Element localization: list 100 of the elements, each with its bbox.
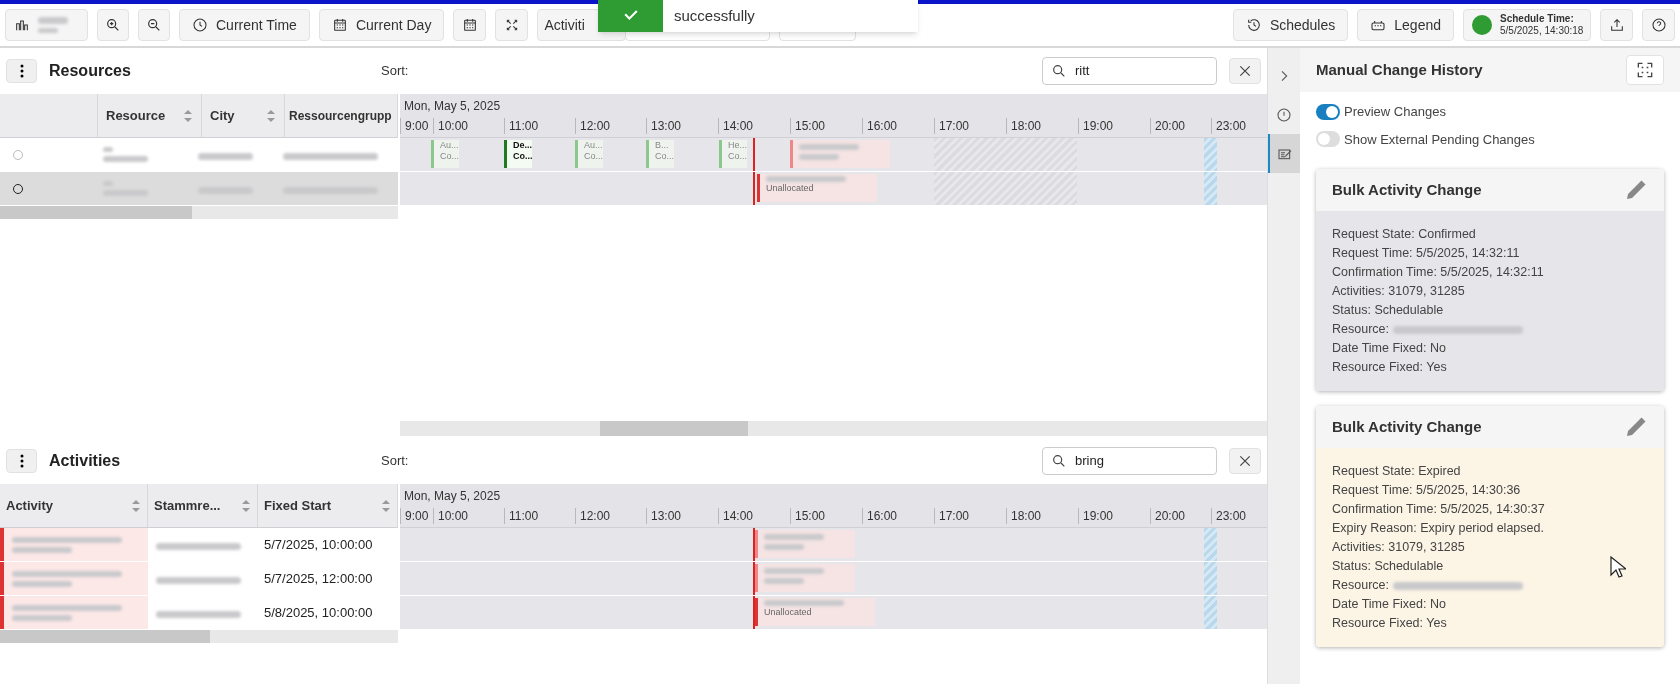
column-header[interactable]: Resource (98, 94, 202, 137)
activity-bar[interactable]: De... Co... (504, 140, 532, 168)
hour-label: 23:00 (1211, 508, 1247, 524)
hour-label: 18:00 (1006, 118, 1042, 134)
sort-icon (183, 108, 193, 123)
fullscreen-button[interactable] (1626, 55, 1664, 85)
more-options-button[interactable] (6, 59, 37, 83)
detail-line: Date Time Fixed: No (1332, 340, 1446, 357)
toolbar-button[interactable]: Legend (1357, 9, 1454, 41)
toolbar-button[interactable]: Schedules (1232, 9, 1349, 41)
hour-label: 19:00 (1078, 118, 1114, 134)
column-header[interactable]: Fixed Start (258, 484, 398, 527)
card-title: Bulk Activity Change (1332, 179, 1482, 200)
hour-label: 9:00 (400, 118, 429, 134)
fixed-start-cell-text: 5/8/2025, 10:00:00 (263, 603, 373, 622)
hour-label: 17:00 (934, 118, 970, 134)
bar-chart-icon (14, 17, 30, 33)
column-header[interactable]: City (202, 94, 285, 137)
hour-label: 12:00 (575, 118, 611, 134)
detail-line: Status: Schedulable (1332, 558, 1444, 575)
zoom-in-button[interactable] (97, 9, 129, 41)
detail-line: Request State: Confirmed (1332, 226, 1476, 243)
break-hatch (1204, 562, 1217, 595)
export-button[interactable] (1600, 9, 1633, 41)
search-field[interactable]: bring (1042, 447, 1217, 475)
card-title: Bulk Activity Change (1332, 416, 1482, 437)
hour-label: 14:00 (718, 508, 754, 524)
alert-icon (1276, 106, 1292, 123)
activity-bar[interactable] (755, 530, 855, 558)
blurred-text (764, 568, 824, 574)
clear-button[interactable] (1229, 448, 1261, 474)
blurred-text (12, 614, 72, 621)
schedule-time-value: 5/5/2025, 14:30:18 (1500, 25, 1584, 37)
kebab-icon (19, 64, 24, 78)
column-header[interactable]: Activity (0, 484, 148, 527)
zoom-out-button[interactable] (138, 9, 170, 41)
hour-label: 10:00 (433, 508, 469, 524)
pencil-icon[interactable] (1624, 415, 1648, 439)
kebab-icon (19, 454, 24, 468)
hour-label: 15:00 (790, 118, 826, 134)
calendar-icon (331, 17, 348, 33)
toolbar-button[interactable]: Current Day (318, 9, 445, 41)
clear-button[interactable] (1229, 58, 1261, 84)
blurred-text (12, 580, 72, 587)
schedule-time-label: Schedule Time: (1500, 13, 1575, 25)
close-icon (1237, 453, 1253, 469)
blurred-text (38, 28, 58, 33)
search-icon (1051, 63, 1067, 79)
detail-line: Resource Fixed: Yes (1332, 615, 1447, 632)
fit-view-button[interactable] (495, 9, 529, 41)
toggle-switch[interactable] (1316, 131, 1340, 148)
break-hatch (1204, 172, 1217, 205)
blurred-text (799, 154, 839, 160)
unallocated-bar[interactable]: Unallocated (757, 174, 877, 202)
horizontal-scrollbar[interactable] (0, 206, 398, 219)
sort-label: Sort: (381, 452, 409, 471)
side-tab[interactable] (1268, 134, 1300, 173)
search-field[interactable]: ritt (1042, 57, 1217, 85)
detail-line: Resource: (1332, 577, 1389, 594)
history-icon (1245, 17, 1262, 33)
toggle-switch[interactable] (1316, 103, 1340, 120)
help-icon (1650, 17, 1667, 33)
detail-line: Resource: (1332, 321, 1389, 338)
break-hatch (1204, 138, 1217, 171)
more-options-button[interactable] (6, 449, 37, 473)
help-button[interactable] (1642, 9, 1675, 41)
upload-icon (1608, 17, 1625, 33)
fixed-start-cell-text: 5/7/2025, 10:00:00 (263, 535, 373, 554)
timeline-date: Mon, May 5, 2025 (404, 98, 501, 115)
fullscreen-icon (1635, 60, 1655, 80)
hour-label: 13:00 (646, 118, 682, 134)
horizontal-scrollbar[interactable] (0, 630, 398, 643)
activity-bar[interactable] (755, 564, 855, 592)
horizontal-scrollbar[interactable] (400, 421, 1267, 436)
hour-label: 12:00 (575, 508, 611, 524)
clock-icon (192, 17, 208, 33)
hour-label: 11:00 (504, 118, 539, 134)
section-title: Activities (49, 451, 122, 471)
column-header[interactable]: Stammre... (148, 484, 258, 527)
fixed-start-cell-text: 5/7/2025, 12:00:00 (263, 569, 373, 588)
pencil-icon[interactable] (1624, 178, 1648, 202)
column-header[interactable]: Ressourcengrupp (285, 94, 398, 137)
panel-title: Manual Change History (1316, 59, 1483, 80)
sort-label: Sort: (381, 62, 409, 81)
bar-label: He... (728, 140, 747, 151)
bar-label: Co... (584, 151, 603, 162)
activity-bar[interactable] (790, 140, 890, 168)
hour-label: 16:00 (862, 508, 898, 524)
unallocated-bar[interactable]: Unallocated (755, 598, 875, 626)
detail-line: Status: Schedulable (1332, 302, 1444, 319)
blurred-text (764, 544, 804, 550)
schedule-time-badge[interactable]: Schedule Time: 5/5/2025, 14:30:18 (1463, 9, 1591, 41)
toolbar-button[interactable]: Current Time (179, 9, 310, 41)
hour-label: 10:00 (433, 118, 469, 134)
dataset-button[interactable] (5, 9, 88, 41)
detail-line: Request Time: 5/5/2025, 14:32:11 (1332, 245, 1520, 262)
hour-label: 11:00 (504, 508, 539, 524)
calendar-button[interactable] (453, 9, 487, 41)
hour-label: 13:00 (646, 508, 682, 524)
bar-label: Unallocated (764, 606, 813, 619)
